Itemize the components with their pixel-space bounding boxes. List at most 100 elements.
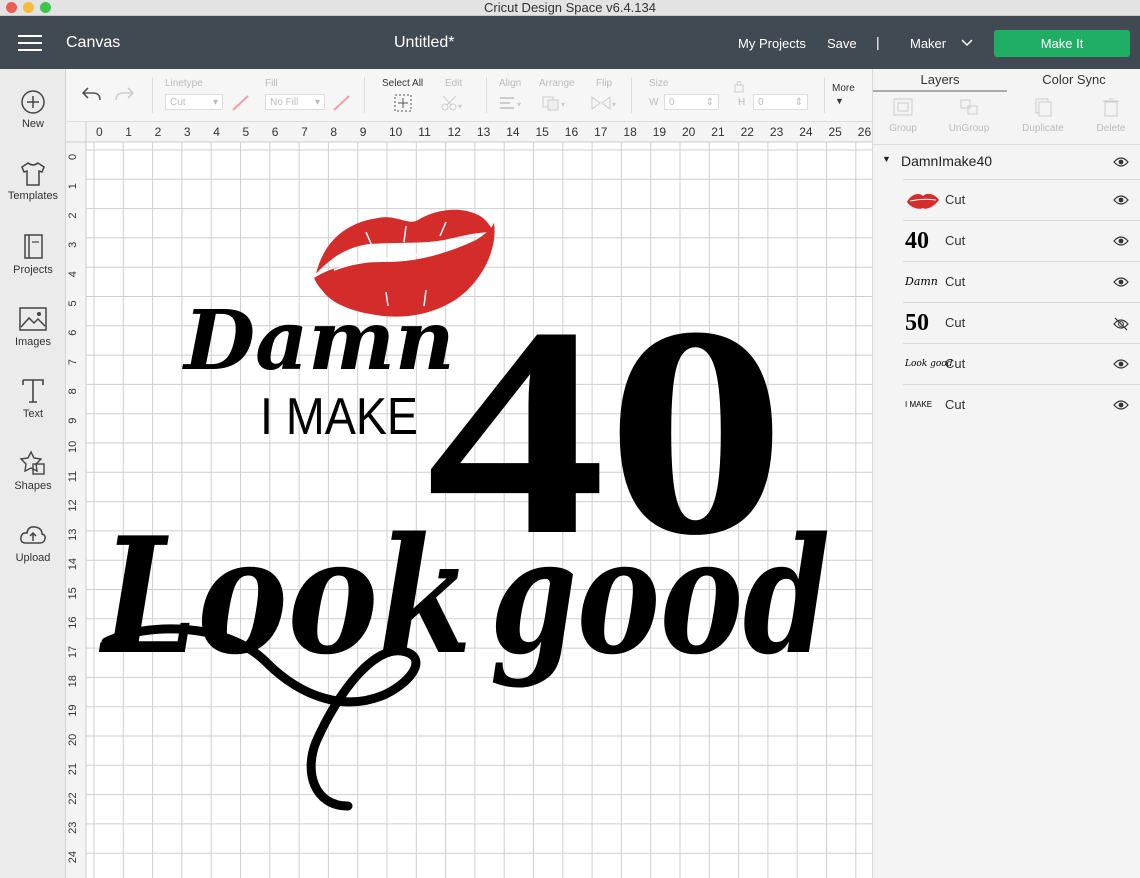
sidebar-item-templates[interactable]: Templates	[0, 161, 66, 202]
save-button[interactable]: Save	[827, 36, 857, 51]
layer-row[interactable]: Look good Cut	[903, 343, 1140, 384]
redo-icon[interactable]	[114, 85, 136, 103]
make-it-button[interactable]: Make It	[994, 30, 1130, 57]
arrange-label: Arrange	[539, 78, 575, 89]
edit-scissors-icon[interactable]: ▾	[440, 93, 466, 113]
sidebar-item-label: Upload	[15, 552, 51, 564]
sidebar-item-new[interactable]: New	[0, 89, 66, 130]
flip-icon[interactable]: ▾	[589, 94, 619, 112]
cloud-upload-icon	[20, 526, 46, 544]
design-canvas[interactable]: 0 1 2 3 4 5 6 7 8 9 10 11 12 13 14 15 16 17 18 19 20 21 22 23 24…	[66, 122, 872, 878]
left-sidebar: New Templates Projects Images Text Shape…	[0, 69, 66, 878]
align-label: Align	[499, 78, 522, 89]
linetype-color-swatch-icon[interactable]	[231, 94, 251, 112]
group-name: DamnImake40	[901, 153, 993, 169]
ruler-tick-label: 2	[155, 125, 162, 139]
layer-group-row[interactable]: ▼ DamnImake40	[873, 146, 1140, 176]
linetype-select[interactable]: Cut ▾	[165, 94, 223, 110]
ruler-tick-label: 19	[653, 125, 667, 139]
sidebar-item-upload[interactable]: Upload	[0, 521, 66, 564]
my-projects-link[interactable]: My Projects	[738, 36, 806, 51]
height-field[interactable]: 0 ⇕	[753, 94, 808, 110]
layer-thumbnail: I MAKE	[905, 400, 933, 409]
dropdown-caret-icon: ▾	[314, 97, 320, 108]
tab-layers[interactable]: Layers	[873, 69, 1007, 92]
eye-icon[interactable]	[1113, 194, 1129, 206]
svg-text:▾: ▾	[458, 102, 462, 111]
canvas-grid[interactable]: 0 1 2 3 4 5 6 7 8 9 10 11 12 13 14 15 16 17 18 19 20 21 22 23 24…	[66, 122, 872, 878]
width-field[interactable]: 0 ⇕	[664, 94, 719, 110]
tshirt-icon	[21, 162, 45, 186]
layer-row[interactable]: Damn Cut	[903, 261, 1140, 302]
more-caret-icon[interactable]: ▼	[835, 96, 844, 106]
layer-thumbnail: Damn	[905, 275, 938, 288]
stepper-icon: ⇕	[794, 97, 803, 108]
select-all-icon[interactable]	[393, 93, 413, 113]
expand-caret-icon[interactable]: ▼	[882, 154, 891, 164]
eye-icon[interactable]	[1113, 156, 1129, 168]
ruler-tick-label: 10	[389, 125, 403, 139]
ruler-tick-label: 18	[67, 675, 79, 687]
i-make-text[interactable]: I MAKE	[260, 388, 418, 446]
ruler-tick-label: 2	[67, 212, 79, 218]
ungroup-button[interactable]: UnGroup	[939, 93, 999, 134]
eye-icon[interactable]	[1113, 399, 1129, 411]
fill-select[interactable]: No Fill ▾	[265, 94, 325, 110]
ruler-tick-label: 14	[506, 125, 520, 139]
duplicate-icon	[1035, 98, 1052, 117]
fill-label: Fill	[265, 78, 278, 89]
chevron-down-icon[interactable]	[960, 38, 974, 48]
ruler-tick-label: 22	[67, 792, 79, 804]
good-text[interactable]: good	[490, 502, 830, 690]
shapes-icon	[19, 450, 45, 475]
eye-hidden-icon[interactable]	[1113, 317, 1129, 331]
delete-button[interactable]: Delete	[1081, 93, 1140, 134]
layer-row[interactable]: 50 Cut	[903, 302, 1140, 343]
ruler-tick-label: 15	[67, 587, 79, 599]
ruler-tick-label: 9	[67, 418, 79, 424]
ruler-tick-label: 12	[67, 499, 79, 511]
sidebar-item-label: Projects	[13, 264, 53, 276]
eye-icon[interactable]	[1113, 276, 1129, 288]
eye-icon[interactable]	[1113, 358, 1129, 370]
hamburger-menu-icon[interactable]	[18, 35, 42, 51]
eye-icon[interactable]	[1113, 235, 1129, 247]
machine-select[interactable]: Maker	[910, 36, 946, 51]
ruler-tick-label: 5	[67, 300, 79, 306]
duplicate-label: Duplicate	[1022, 123, 1064, 134]
ruler-tick-label: 16	[67, 617, 79, 629]
ruler-tick-label: 4	[67, 271, 79, 277]
fill-color-swatch-icon[interactable]	[332, 94, 352, 112]
more-button[interactable]: More	[832, 83, 855, 94]
sidebar-item-projects[interactable]: Projects	[0, 233, 66, 276]
arrange-icon[interactable]: ▾	[540, 94, 570, 112]
sidebar-item-shapes[interactable]: Shapes	[0, 449, 66, 492]
sidebar-item-label: New	[21, 118, 44, 130]
app-header: Canvas Untitled* My Projects Save | Make…	[0, 16, 1140, 69]
ruler-tick-label: 1	[125, 125, 132, 139]
flip-label: Flip	[596, 78, 613, 89]
group-button[interactable]: Group	[873, 93, 933, 134]
ruler-tick-label: 17	[67, 646, 79, 658]
layer-row[interactable]: Cut	[903, 179, 1140, 220]
duplicate-button[interactable]: Duplicate	[1013, 93, 1073, 134]
toolbar-divider	[364, 77, 365, 113]
align-icon[interactable]: ▾	[498, 94, 526, 112]
ruler-tick-label: 14	[67, 558, 79, 570]
damn-text[interactable]: Damn	[182, 293, 455, 389]
svg-text:▾: ▾	[612, 100, 616, 109]
layer-row[interactable]: 40 Cut	[903, 220, 1140, 261]
canvas-label: Canvas	[66, 34, 121, 51]
ruler-tick-label: 4	[213, 125, 220, 139]
undo-icon[interactable]	[80, 85, 102, 103]
lock-icon[interactable]	[733, 79, 745, 93]
layer-row[interactable]: I MAKE Cut	[903, 384, 1140, 425]
ruler-tick-label: 10	[67, 441, 79, 453]
tab-color-sync[interactable]: Color Sync	[1007, 69, 1140, 92]
layer-label: Cut	[945, 356, 966, 371]
sidebar-item-images[interactable]: Images	[0, 305, 66, 348]
sidebar-item-text[interactable]: Text	[0, 377, 66, 420]
ruler-tick-label: 24	[67, 851, 79, 863]
edit-toolbar: Linetype Cut ▾ Fill No Fill ▾ Select All E…	[66, 69, 872, 122]
ruler-tick-label: 6	[272, 125, 279, 139]
